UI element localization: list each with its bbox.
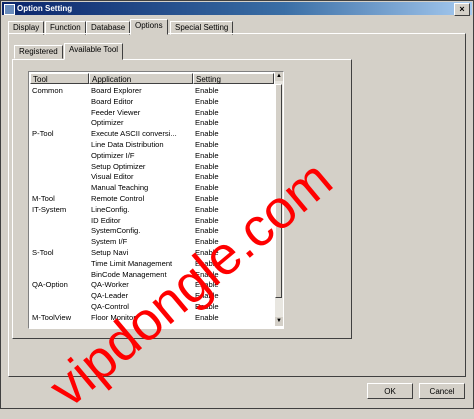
cell-tool: QA-Option	[32, 280, 68, 290]
cell-app: System I/F	[91, 237, 128, 247]
cell-app: LineConfig.	[91, 204, 130, 214]
table-row[interactable]: Board Editor Enable	[30, 97, 274, 108]
cell-setting: Enable	[195, 129, 219, 139]
table-row[interactable]: Optimizer Enable	[30, 118, 274, 129]
column-header-tool[interactable]: Tool	[30, 73, 89, 84]
cell-tool: M-ToolView	[32, 312, 72, 322]
table-row[interactable]: Common Board Explorer Enable	[30, 86, 274, 97]
cell-setting: Enable	[195, 139, 219, 149]
cell-setting: Enable	[195, 118, 219, 128]
scroll-down-icon[interactable]: ▼	[275, 317, 283, 326]
cell-app: Execute ASCII conversi...	[91, 129, 177, 139]
cell-tool: Common	[32, 86, 63, 95]
table-row[interactable]: Manual Teaching Enable	[30, 183, 274, 194]
cell-app: Optimizer I/F	[91, 150, 135, 160]
table-row[interactable]: Feeder Viewer Enable	[30, 108, 274, 119]
cell-app: SystemConfig.	[91, 226, 141, 236]
cell-app: Line Data Distribution	[91, 139, 164, 149]
cell-setting: Enable	[195, 183, 219, 193]
table-row[interactable]: Setup Optimizer Enable	[30, 162, 274, 173]
cell-setting: Enable	[195, 107, 219, 117]
table-row[interactable]: M-Tool Remote Control Enable	[30, 194, 274, 205]
cell-app: Visual Editor	[91, 172, 134, 182]
cell-setting: Enable	[195, 172, 219, 182]
cell-app: Setup Optimizer	[91, 161, 146, 171]
scroll-up-icon[interactable]: ▲	[275, 72, 283, 81]
table-row[interactable]: Line Data Distribution Enable	[30, 140, 274, 151]
cell-app: Feeder Viewer	[91, 107, 141, 117]
cell-setting: Enable	[195, 150, 219, 160]
close-button[interactable]: ×	[454, 3, 470, 16]
tab-available-tool[interactable]: Available Tool	[64, 43, 124, 60]
cell-app: Board Editor	[91, 96, 134, 106]
cell-app: Optimizer	[91, 118, 124, 128]
window-title: Option Setting	[17, 4, 73, 13]
ok-button[interactable]: OK	[367, 383, 413, 399]
cell-app: Remote Control	[91, 193, 145, 203]
table-row[interactable]: Optimizer I/F Enable	[30, 151, 274, 162]
title-bar[interactable]: Option Setting ×	[2, 2, 472, 16]
cell-tool: M-Tool	[32, 193, 55, 203]
cell-tool: IT-System	[32, 204, 67, 214]
table-row[interactable]: Visual Editor Enable	[30, 172, 274, 183]
cell-setting: Enable	[195, 161, 219, 171]
tab-options[interactable]: Options	[130, 19, 168, 35]
column-header-setting[interactable]: Setting	[193, 73, 274, 84]
table-row[interactable]: P-Tool Execute ASCII conversi... Enable	[30, 129, 274, 140]
cell-setting: Enable	[195, 96, 219, 106]
tab-registered[interactable]: Registered	[14, 45, 63, 59]
cell-tool: P-Tool	[32, 129, 54, 139]
cell-setting: Enable	[195, 204, 219, 214]
cell-app: Board Explorer	[91, 86, 142, 95]
cell-setting: Enable	[195, 86, 219, 95]
cell-app: ID Editor	[91, 215, 121, 225]
cell-app: Manual Teaching	[91, 183, 149, 193]
cell-setting: Enable	[195, 193, 219, 203]
app-icon	[4, 4, 15, 15]
column-header-application[interactable]: Application	[89, 73, 193, 84]
cell-tool: S-Tool	[32, 247, 54, 257]
cancel-button[interactable]: Cancel	[419, 383, 465, 399]
